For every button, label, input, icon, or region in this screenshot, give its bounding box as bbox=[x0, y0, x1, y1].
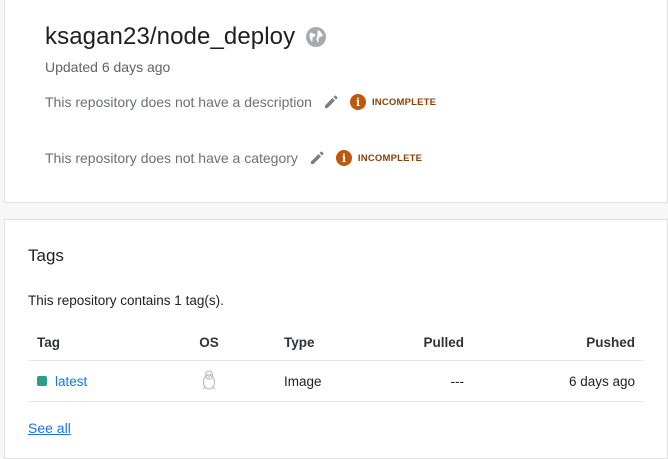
category-row: This repository does not have a category… bbox=[45, 149, 422, 167]
repository-summary-card: ksagan23/node_deploy Updated 6 days ago … bbox=[4, 0, 668, 203]
info-icon: i bbox=[349, 94, 366, 110]
type-cell: Image bbox=[284, 373, 322, 389]
tags-table-header: Tag OS Type Pulled Pushed bbox=[28, 324, 644, 361]
edit-description-pencil-icon[interactable] bbox=[322, 93, 340, 111]
see-all-link[interactable]: See all bbox=[28, 420, 71, 436]
linux-tux-icon bbox=[201, 369, 217, 393]
tag-link-latest[interactable]: latest bbox=[55, 374, 87, 389]
pushed-cell: 6 days ago bbox=[568, 373, 635, 389]
category-text: This repository does not have a category bbox=[45, 150, 298, 166]
globe-icon bbox=[305, 26, 327, 48]
column-header-tag: Tag bbox=[37, 334, 60, 350]
incomplete-badge: i INCOMPLETE bbox=[335, 150, 423, 166]
column-header-type: Type bbox=[284, 334, 315, 350]
tag-status-dot bbox=[37, 376, 47, 386]
os-cell bbox=[194, 361, 224, 401]
incomplete-badge: i INCOMPLETE bbox=[349, 94, 437, 110]
repo-title: ksagan23/node_deploy bbox=[45, 23, 296, 50]
tag-cell: latest bbox=[37, 361, 87, 401]
info-icon: i bbox=[335, 150, 352, 166]
edit-category-pencil-icon[interactable] bbox=[308, 149, 326, 167]
pulled-cell: --- bbox=[450, 373, 465, 389]
column-header-pulled: Pulled bbox=[423, 334, 464, 350]
repo-title-row: ksagan23/node_deploy bbox=[45, 23, 327, 51]
badge-label: INCOMPLETE bbox=[371, 96, 437, 108]
tags-card: Tags This repository contains 1 tag(s). … bbox=[4, 219, 668, 459]
column-header-pushed: Pushed bbox=[586, 334, 635, 350]
table-row: latest Image --- 6 days ago bbox=[28, 361, 644, 402]
last-updated-text: Updated 6 days ago bbox=[45, 59, 171, 75]
badge-label: INCOMPLETE bbox=[357, 152, 423, 164]
description-text: This repository does not have a descript… bbox=[45, 94, 312, 110]
column-header-os: OS bbox=[199, 334, 219, 350]
description-row: This repository does not have a descript… bbox=[45, 93, 436, 111]
tags-heading: Tags bbox=[28, 246, 64, 265]
tags-count-text: This repository contains 1 tag(s). bbox=[28, 293, 224, 308]
